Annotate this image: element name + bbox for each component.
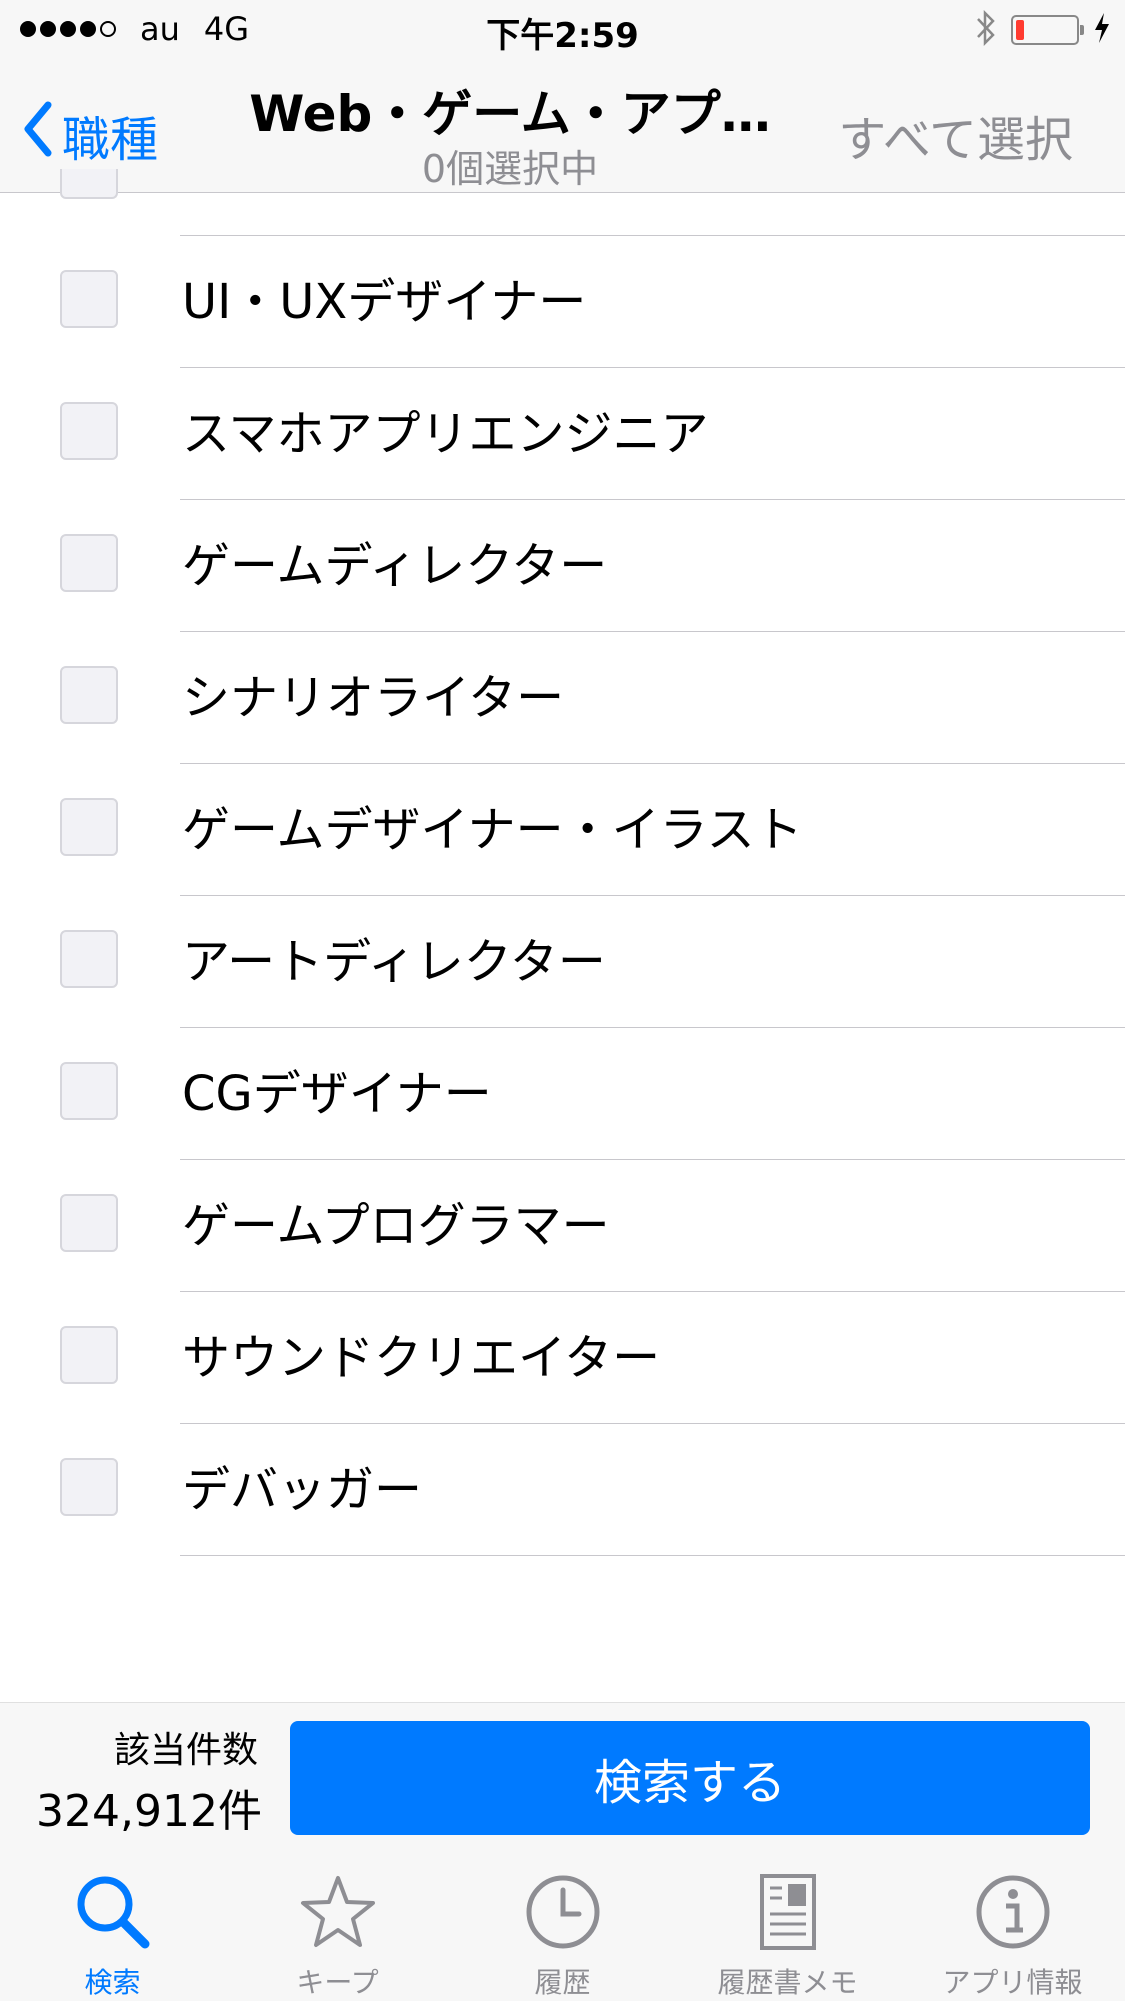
checkbox[interactable] (60, 1062, 118, 1120)
list-item-label: ゲームディレクター (182, 538, 608, 594)
checkbox[interactable] (60, 798, 118, 856)
checkbox[interactable] (60, 930, 118, 988)
list-item-label: デバッガー (182, 1462, 423, 1518)
checkbox[interactable] (60, 169, 118, 199)
status-right (975, 9, 1111, 50)
list-item-label: スマホアプリエンジニア (182, 406, 709, 462)
checkbox[interactable] (60, 534, 118, 592)
list-item-label: サウンドクリエイター (182, 1330, 661, 1386)
list-item-label: ゲームデザイナー・イラスト (182, 802, 803, 858)
navigation-bar: 職種 Web・ゲーム・アプ… 0個選択中 すべて選択 (0, 60, 1125, 193)
search-action-bar: 該当件数 324,912件 検索する (0, 1702, 1125, 1854)
list-item[interactable]: アートディレクター (0, 896, 1125, 1028)
clock-icon (521, 1871, 605, 1953)
tab-history[interactable]: 履歴 (450, 1853, 675, 2001)
chevron-left-icon (22, 101, 52, 169)
list-item-partial (0, 169, 1125, 236)
status-time: 下午2:59 (486, 16, 639, 56)
tab-label: キープ (296, 1966, 379, 1999)
list-item[interactable]: シナリオライター (0, 632, 1125, 764)
search-button[interactable]: 検索する (290, 1721, 1090, 1835)
list-item[interactable]: UI・UXデザイナー (0, 236, 1125, 368)
result-count-value: 324,912件 (36, 1786, 262, 1837)
list-item[interactable]: デバッガー (0, 1424, 1125, 1556)
list-item[interactable]: ゲームプログラマー (0, 1160, 1125, 1292)
checkbox[interactable] (60, 666, 118, 724)
tab-keep[interactable]: キープ (225, 1853, 450, 2001)
checkbox[interactable] (60, 270, 118, 328)
bluetooth-icon (975, 9, 997, 50)
tab-label: 検索 (84, 1966, 141, 1999)
list-item[interactable]: ゲームデザイナー・イラスト (0, 764, 1125, 896)
document-icon (746, 1871, 830, 1953)
back-button[interactable]: 職種 (22, 100, 158, 170)
divider (180, 1555, 1125, 1556)
app-screen: au 4G 下午2:59 職種 Web・ゲーム・アプ… 0個選択中 すべて選択 (0, 0, 1125, 2001)
list-item[interactable]: ゲームディレクター (0, 500, 1125, 632)
list-item[interactable]: CGデザイナー (0, 1028, 1125, 1160)
tab-label: 履歴 (534, 1966, 591, 1999)
back-label: 職種 (62, 112, 159, 168)
checkbox[interactable] (60, 1194, 118, 1252)
charging-icon (1093, 12, 1111, 48)
checkbox[interactable] (60, 1458, 118, 1516)
battery-icon (1011, 15, 1084, 45)
checkbox[interactable] (60, 1326, 118, 1384)
tab-label: アプリ情報 (942, 1966, 1083, 1999)
info-icon (971, 1871, 1055, 1953)
list-item-label: UI・UXデザイナー (182, 274, 587, 330)
list-item[interactable]: スマホアプリエンジニア (0, 368, 1125, 500)
list-item[interactable]: サウンドクリエイター (0, 1292, 1125, 1424)
list-item-label: ゲームプログラマー (182, 1198, 610, 1254)
list-item-label: シナリオライター (182, 670, 565, 726)
star-icon (296, 1871, 380, 1953)
tab-label: 履歴書メモ (717, 1966, 858, 1999)
status-bar: au 4G 下午2:59 (0, 0, 1125, 60)
selection-count: 0個選択中 (421, 147, 599, 191)
tab-search[interactable]: 検索 (0, 1853, 225, 2001)
search-icon (71, 1871, 155, 1953)
select-all-button[interactable]: すべて選択 (838, 100, 1073, 170)
list-item-label: アートディレクター (182, 934, 606, 990)
tab-bar: 検索 キープ 履歴 履歴書メモ アプリ情報 (0, 1853, 1125, 2001)
tab-app-info[interactable]: アプリ情報 (900, 1853, 1125, 2001)
page-title: Web・ゲーム・アプ… (249, 85, 771, 143)
checkbox[interactable] (60, 402, 118, 460)
tab-resume-memo[interactable]: 履歴書メモ (675, 1853, 900, 2001)
list-item-label: CGデザイナー (182, 1066, 492, 1122)
result-count-label: 該当件数 (113, 1730, 258, 1771)
occupation-list: UI・UXデザイナー スマホアプリエンジニア ゲームディレクター シナリオライタ… (0, 236, 1125, 1556)
